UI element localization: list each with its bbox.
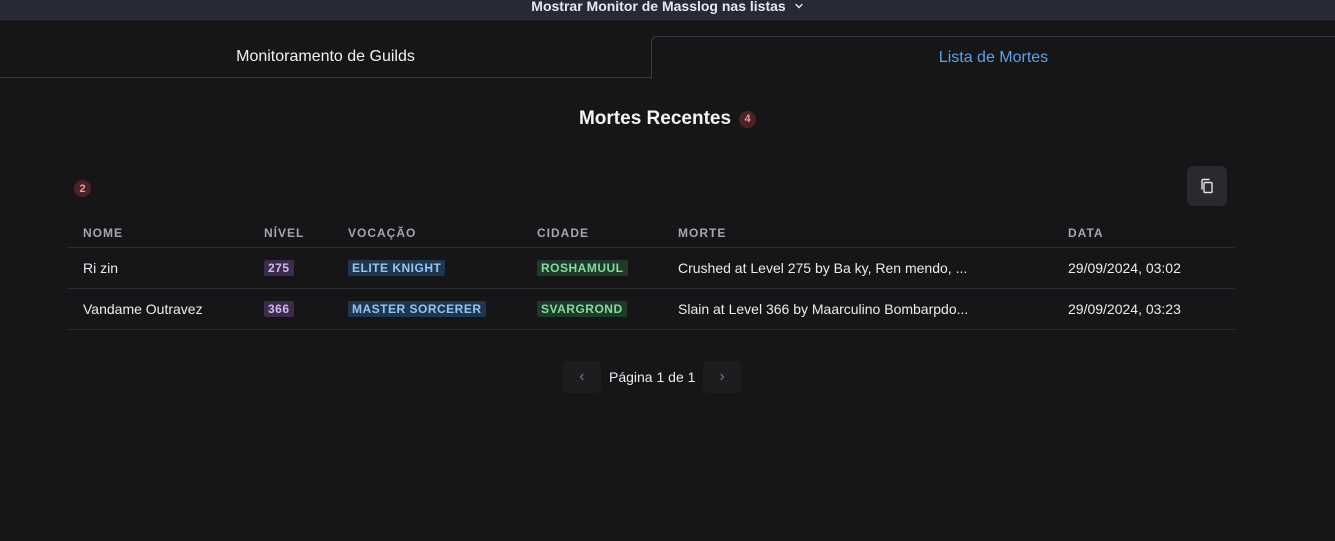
top-bar: Mostrar Monitor de Masslog nas listas bbox=[0, 0, 1335, 20]
prev-page-button[interactable] bbox=[563, 361, 601, 393]
cell-city: SVARGROND bbox=[521, 288, 662, 330]
header-name[interactable]: NOME bbox=[67, 220, 248, 248]
cell-city: ROSHAMUUL bbox=[521, 247, 662, 289]
section-title: Mortes Recentes bbox=[578, 108, 732, 129]
masslog-monitor-toggle[interactable]: Mostrar Monitor de Masslog nas listas bbox=[531, 0, 803, 14]
table-header-row: NOME NÍVEL VOCAÇÃO CIDADE MORTE DATA bbox=[67, 220, 1235, 248]
tab-bar: Monitoramento de Guilds Lista de Mortes bbox=[0, 36, 1335, 78]
filtered-count-badge: 2 bbox=[74, 180, 91, 197]
level-badge: 366 bbox=[264, 301, 294, 317]
cell-death: Crushed at Level 275 by Ba ky, Ren mendo… bbox=[662, 247, 1052, 289]
header-city[interactable]: CIDADE bbox=[521, 220, 662, 248]
section-header: Mortes Recentes 4 bbox=[0, 108, 1335, 130]
cell-name: Vandame Outravez bbox=[67, 288, 248, 330]
cell-name: Ri zin bbox=[67, 247, 248, 289]
city-badge: ROSHAMUUL bbox=[537, 260, 628, 276]
tab-death-list-label: Lista de Mortes bbox=[938, 48, 1049, 66]
table-row[interactable]: Vandame Outravez 366 MASTER SORCERER SVA… bbox=[67, 288, 1235, 330]
cell-date: 29/09/2024, 03:23 bbox=[1052, 288, 1235, 330]
header-vocation[interactable]: VOCAÇÃO bbox=[332, 220, 521, 248]
tab-guild-monitoring[interactable]: Monitoramento de Guilds bbox=[0, 36, 651, 78]
table-row[interactable]: Ri zin 275 ELITE KNIGHT ROSHAMUUL Crushe… bbox=[67, 247, 1235, 289]
header-death[interactable]: MORTE bbox=[662, 220, 1052, 248]
copy-button[interactable] bbox=[1187, 166, 1227, 206]
masslog-monitor-toggle-label: Mostrar Monitor de Masslog nas listas bbox=[531, 0, 786, 14]
deaths-table: NOME NÍVEL VOCAÇÃO CIDADE MORTE DATA Ri … bbox=[67, 220, 1235, 330]
cell-vocation: MASTER SORCERER bbox=[332, 288, 521, 330]
tab-guild-monitoring-label: Monitoramento de Guilds bbox=[236, 47, 415, 65]
pagination: Página 1 de 1 bbox=[563, 361, 742, 393]
copy-icon bbox=[1201, 178, 1213, 194]
deaths-count-badge: 4 bbox=[739, 110, 757, 128]
cell-vocation: ELITE KNIGHT bbox=[332, 247, 521, 289]
chevron-right-icon bbox=[720, 373, 725, 381]
level-badge: 275 bbox=[264, 260, 294, 276]
vocation-badge: MASTER SORCERER bbox=[348, 301, 486, 317]
cell-death: Slain at Level 366 by Maarculino Bombarp… bbox=[662, 288, 1052, 330]
cell-level: 275 bbox=[248, 247, 332, 289]
chevron-left-icon bbox=[579, 373, 584, 381]
tab-death-list[interactable]: Lista de Mortes bbox=[651, 36, 1335, 78]
next-page-button[interactable] bbox=[703, 361, 742, 393]
city-badge: SVARGROND bbox=[537, 301, 627, 317]
cell-date: 29/09/2024, 03:02 bbox=[1052, 247, 1235, 289]
chevron-down-icon bbox=[794, 3, 803, 9]
vocation-badge: ELITE KNIGHT bbox=[348, 260, 446, 276]
page-indicator: Página 1 de 1 bbox=[609, 369, 696, 385]
header-date[interactable]: DATA bbox=[1052, 220, 1235, 248]
cell-level: 366 bbox=[248, 288, 332, 330]
death-description: Crushed at Level 275 by Ba ky, Ren mendo… bbox=[678, 260, 968, 277]
header-level[interactable]: NÍVEL bbox=[248, 220, 332, 248]
death-description: Slain at Level 366 by Maarculino Bombarp… bbox=[678, 301, 969, 318]
